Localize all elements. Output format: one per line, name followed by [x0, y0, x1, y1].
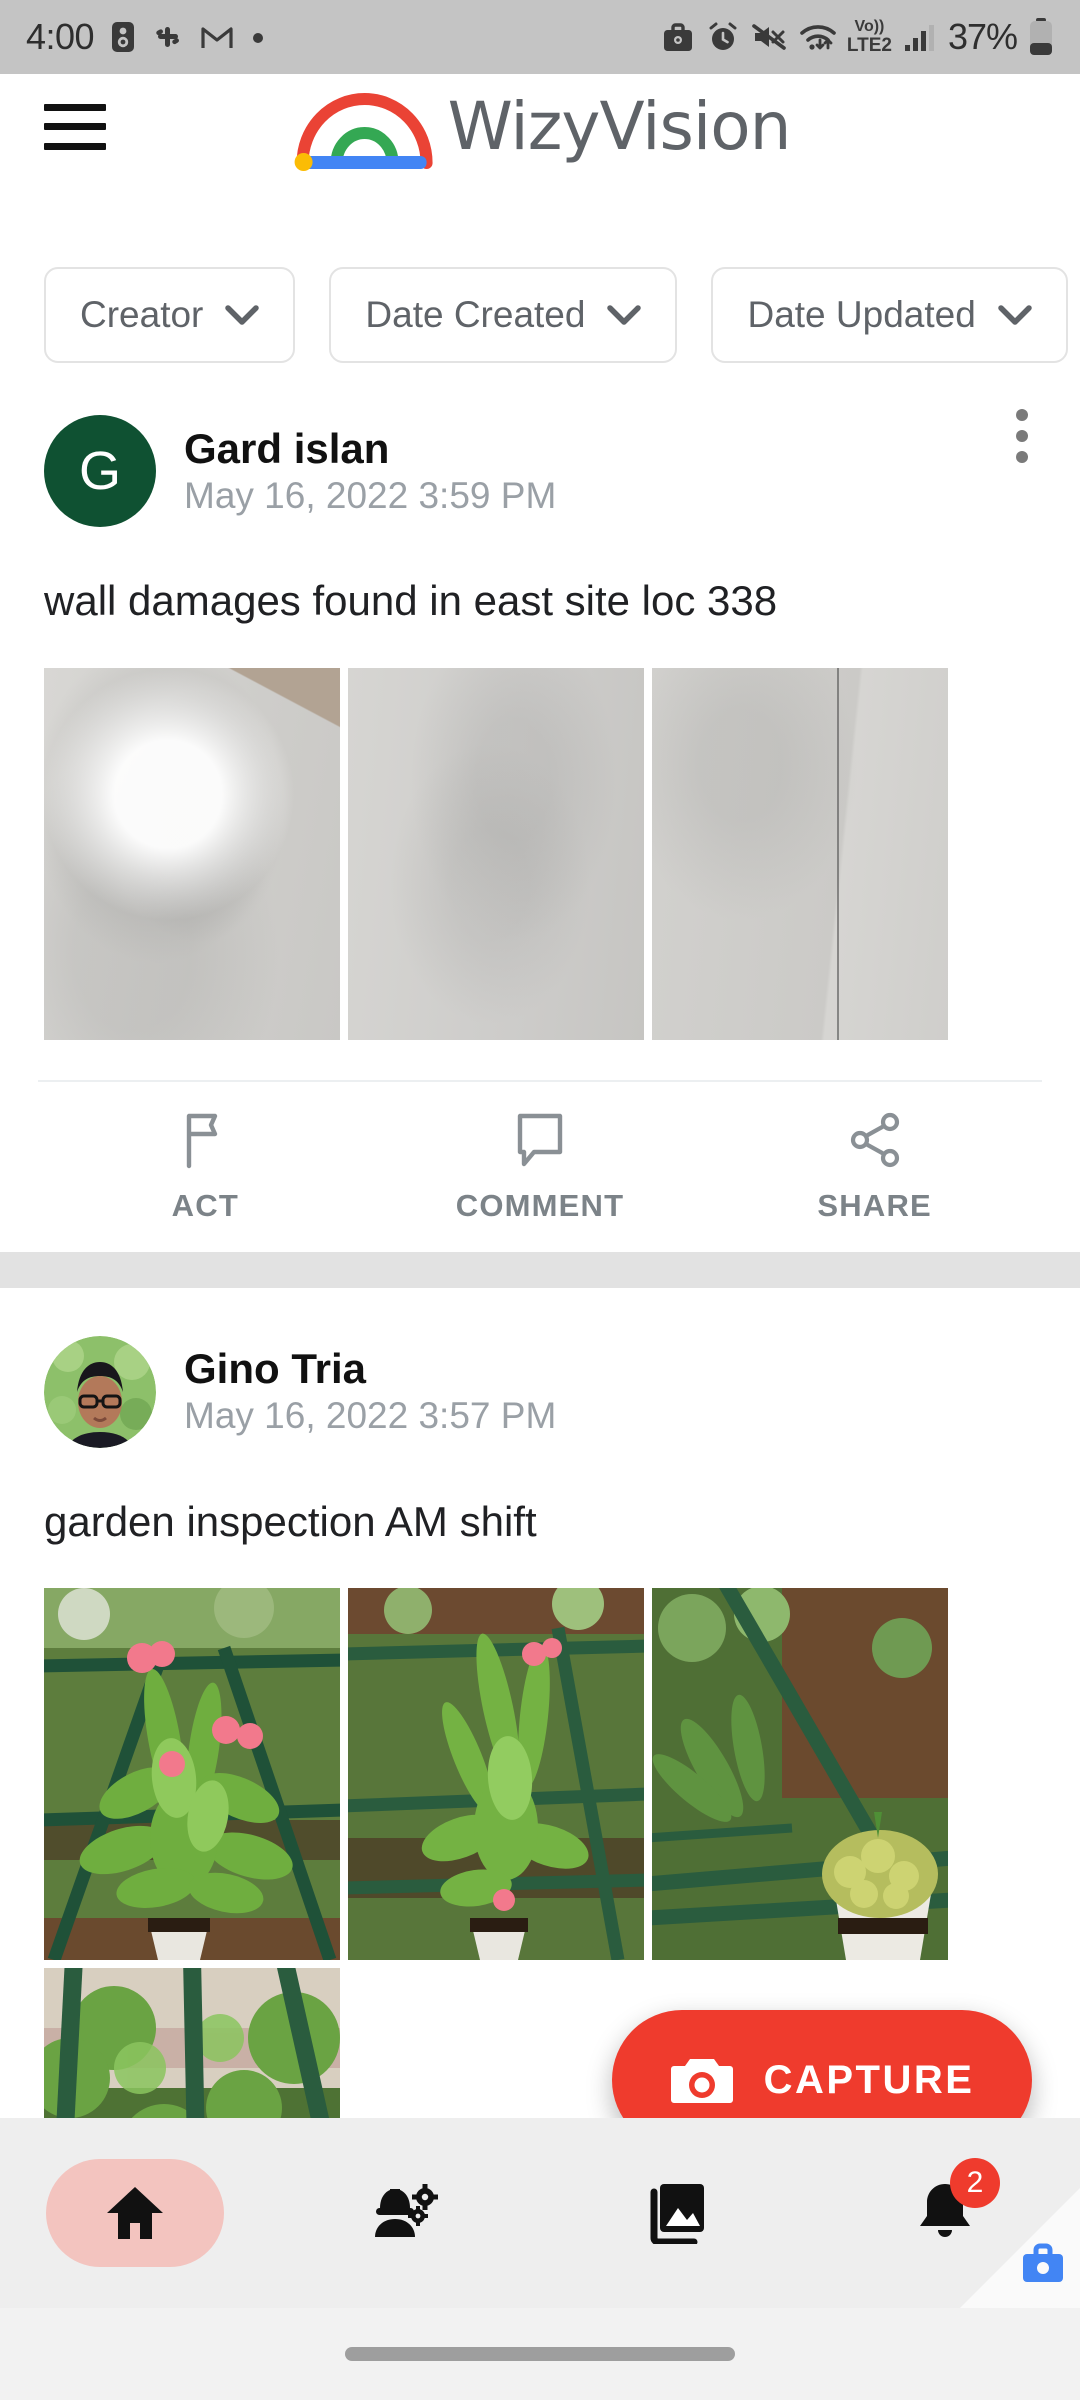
photo-library-icon [650, 2184, 704, 2244]
battery-icon [1030, 18, 1052, 55]
chevron-down-icon [225, 304, 260, 325]
filter-chip-creator-label: Creator [80, 293, 204, 335]
post-image-thumbnail[interactable] [652, 1588, 948, 1960]
status-bar-left: 4:00 [26, 16, 266, 58]
comment-button-label: COMMENT [455, 1187, 625, 1223]
post-body-text: garden inspection AM shift [44, 1497, 537, 1545]
post-image-gallery [0, 628, 1080, 1040]
capture-button-label: CAPTURE [763, 2057, 975, 2102]
post-image-thumbnail[interactable] [44, 667, 340, 1040]
post-timestamp: May 16, 2022 3:59 PM [184, 474, 557, 516]
comment-button[interactable]: COMMENT [373, 1110, 708, 1224]
chevron-down-icon [607, 304, 642, 325]
comment-bubble-icon [517, 1113, 563, 1166]
nav-active-pill [46, 2159, 224, 2267]
wizyvision-arch-logo [294, 92, 433, 171]
filter-chip-row: Creator Date Created Date Updated [0, 262, 1080, 367]
post-image-thumbnail[interactable] [652, 667, 948, 1040]
slack-icon [156, 27, 180, 47]
post-card: G Gard islan May 16, 2022 3:59 PM wall d… [0, 367, 1080, 1252]
gmail-icon [201, 27, 233, 48]
work-briefcase-icon [1023, 2243, 1063, 2282]
filter-chip-creator[interactable]: Creator [44, 266, 296, 363]
app-header: WizyVision [0, 74, 1080, 179]
status-bar-clock: 4:00 [26, 16, 95, 57]
hamburger-menu-icon[interactable] [44, 103, 106, 150]
volte-icon: Vo)) LTE2 [846, 18, 892, 56]
avatar[interactable] [44, 1335, 156, 1448]
system-gesture-bar [0, 2308, 1080, 2400]
worker-gear-icon [375, 2184, 438, 2237]
share-icon [850, 1112, 899, 1167]
mute-icon [752, 24, 786, 50]
post-image-thumbnail[interactable] [348, 1588, 644, 1960]
post-action-bar: ACT COMMENT SHARE [38, 1079, 1042, 1252]
brand-part-wizy: Wizy [447, 88, 601, 165]
nav-item-home[interactable] [0, 2118, 270, 2308]
battery-percent-label: 37% [947, 16, 1018, 57]
post-header: Gino Tria May 16, 2022 3:57 PM [0, 1288, 1080, 1448]
app-logo: WizyVision [290, 83, 791, 171]
status-bar: 4:00 Vo)) LTE2 37% [0, 0, 1080, 74]
avatar-initial: G [78, 441, 121, 501]
chevron-down-icon [998, 304, 1032, 325]
alarm-icon [709, 22, 737, 50]
wifi-icon [800, 25, 836, 50]
post-meta: Gino Tria May 16, 2022 3:57 PM [184, 1345, 557, 1437]
status-bar-right: Vo)) LTE2 37% [661, 16, 1054, 58]
filter-chip-date-updated-label: Date Updated [747, 293, 976, 335]
share-button-label: SHARE [817, 1187, 932, 1223]
act-button-label: ACT [171, 1187, 239, 1223]
filter-chip-date-created-label: Date Created [365, 293, 586, 335]
dot-icon [253, 33, 264, 43]
work-profile-corner-badge [960, 2188, 1080, 2308]
signal-icon [904, 25, 934, 51]
post-meta: Gard islan May 16, 2022 3:59 PM [184, 424, 557, 516]
filter-chip-date-updated[interactable]: Date Updated [711, 266, 1068, 363]
post-image-thumbnail[interactable] [44, 1588, 340, 1960]
nav-item-tasks[interactable] [270, 2118, 540, 2308]
post-author: Gard islan [184, 424, 390, 472]
nav-item-gallery[interactable] [540, 2118, 810, 2308]
camera-icon [670, 2059, 733, 2103]
avatar-photo [44, 1335, 156, 1448]
post-separator [0, 1251, 1080, 1288]
kebab-menu-icon[interactable] [1016, 409, 1028, 463]
work-profile-icon [112, 22, 135, 52]
gesture-handle[interactable] [345, 2347, 735, 2361]
post-timestamp: May 16, 2022 3:57 PM [184, 1395, 557, 1437]
brand-name: WizyVision [447, 88, 792, 165]
post-body-text: wall damages found in east site loc 338 [44, 577, 778, 624]
work-briefcase-icon [663, 23, 692, 51]
home-icon [107, 2187, 163, 2239]
flag-icon [187, 1113, 218, 1168]
post-header: G Gard islan May 16, 2022 3:59 PM [0, 367, 1080, 527]
act-button[interactable]: ACT [38, 1110, 373, 1224]
brand-part-vision: Vision [599, 88, 791, 165]
post-author: Gino Tria [184, 1345, 367, 1393]
share-button[interactable]: SHARE [707, 1110, 1042, 1224]
avatar[interactable]: G [44, 415, 156, 527]
bottom-navigation-bar: 2 [0, 2118, 1080, 2308]
filter-chip-date-created[interactable]: Date Created [329, 266, 678, 363]
post-image-thumbnail[interactable] [348, 667, 644, 1040]
